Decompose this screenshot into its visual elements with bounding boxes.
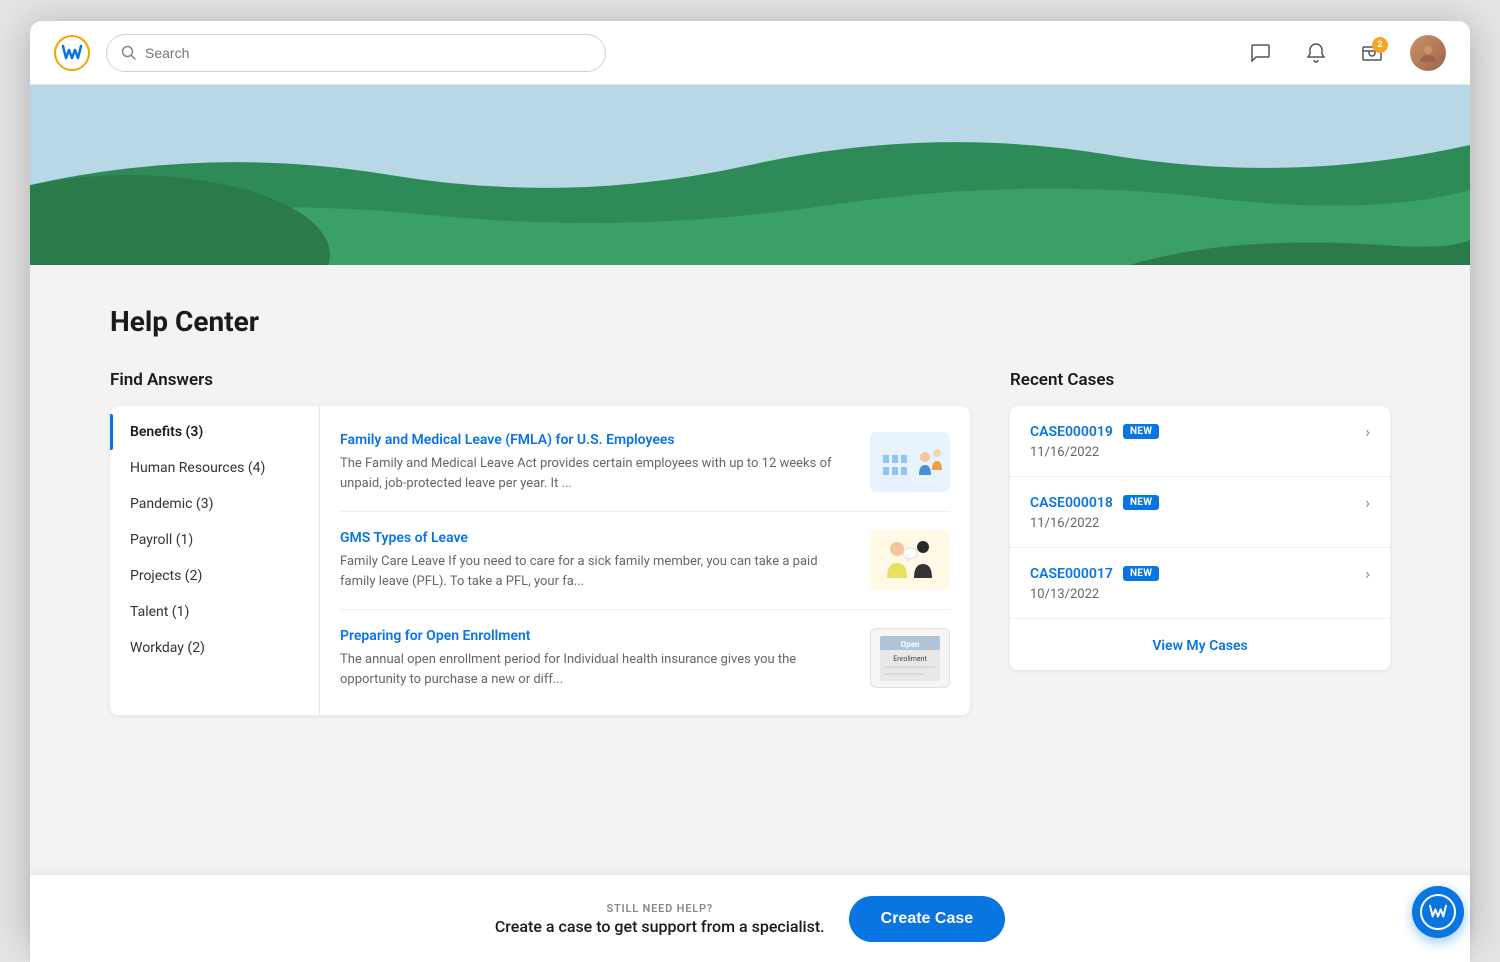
create-case-button[interactable]: Create Case [849,896,1006,942]
case-date-18: 11/16/2022 [1030,516,1370,531]
search-icon [121,45,137,61]
view-my-cases-link[interactable]: View My Cases [1152,638,1247,654]
case-item-18[interactable]: CASE000018 NEW › 11/16/2022 [1010,477,1390,548]
article-text-fmla: Family and Medical Leave (FMLA) for U.S.… [340,432,854,493]
chevron-icon-18: › [1365,493,1370,512]
cases-card: CASE000019 NEW › 11/16/2022 CASE000018 N… [1010,406,1390,670]
floating-help-button[interactable] [1412,886,1464,938]
category-item-benefits[interactable]: Benefits (3) [110,414,319,450]
nav-icons: 2 [1242,35,1446,71]
svg-text:...: ... [906,552,910,558]
case-number-18[interactable]: CASE000018 [1030,495,1113,511]
category-item-payroll[interactable]: Payroll (1) [110,522,319,558]
case-item-17[interactable]: CASE000017 NEW › 10/13/2022 [1010,548,1390,619]
article-title-gms[interactable]: GMS Types of Leave [340,530,854,546]
svg-text:Enrollment: Enrollment [893,655,927,663]
case-badge-19: NEW [1123,424,1159,439]
case-header-17: CASE000017 NEW › [1030,564,1370,583]
category-item-workday[interactable]: Workday (2) [110,630,319,666]
case-badge-17: NEW [1123,566,1159,581]
main-content: Help Center Find Answers Benefits (3) Hu… [30,265,1470,941]
messages-button[interactable] [1242,35,1278,71]
article-thumb-gms: ... [870,530,950,590]
category-item-hr[interactable]: Human Resources (4) [110,450,319,486]
article-thumb-enrollment: Open Enrollment [870,628,950,688]
case-date-17: 10/13/2022 [1030,587,1370,602]
article-title-fmla[interactable]: Family and Medical Leave (FMLA) for U.S.… [340,432,854,448]
footer-desc: Create a case to get support from a spec… [495,917,825,936]
avatar[interactable] [1410,35,1446,71]
case-number-19[interactable]: CASE000019 [1030,424,1113,440]
browser-window: 2 Help Center [30,21,1470,941]
content-grid: Find Answers Benefits (3) Human Resource… [110,370,1390,715]
case-left-17: CASE000017 NEW [1030,566,1159,582]
svg-text:Open: Open [901,640,920,649]
article-item-gms: GMS Types of Leave Family Care Leave If … [340,512,950,610]
category-item-projects[interactable]: Projects (2) [110,558,319,594]
articles-list: Family and Medical Leave (FMLA) for U.S.… [320,406,970,715]
hero-banner [30,85,1470,265]
recent-cases-title: Recent Cases [1010,370,1390,390]
inbox-badge: 2 [1372,37,1388,53]
case-number-17[interactable]: CASE000017 [1030,566,1113,582]
footer-bar: STILL NEED HELP? Create a case to get su… [30,874,1470,941]
case-left-19: CASE000019 NEW [1030,424,1159,440]
page-title: Help Center [110,305,1390,338]
category-item-talent[interactable]: Talent (1) [110,594,319,630]
view-my-cases: View My Cases [1010,619,1390,670]
find-answers-section: Find Answers Benefits (3) Human Resource… [110,370,970,715]
floating-help-inner [1420,894,1456,930]
chevron-icon-17: › [1365,564,1370,583]
case-badge-18: NEW [1123,495,1159,510]
article-title-enrollment[interactable]: Preparing for Open Enrollment [340,628,854,644]
answers-card: Benefits (3) Human Resources (4) Pandemi… [110,406,970,715]
case-header-18: CASE000018 NEW › [1030,493,1370,512]
categories-list: Benefits (3) Human Resources (4) Pandemi… [110,406,320,715]
top-nav: 2 [30,21,1470,85]
case-date-19: 11/16/2022 [1030,445,1370,460]
notifications-button[interactable] [1298,35,1334,71]
inbox-button[interactable]: 2 [1354,35,1390,71]
article-excerpt-gms: Family Care Leave If you need to care fo… [340,552,854,591]
article-excerpt-fmla: The Family and Medical Leave Act provide… [340,454,854,493]
article-item-fmla: Family and Medical Leave (FMLA) for U.S.… [340,414,950,512]
search-input[interactable] [145,45,591,61]
search-bar[interactable] [106,34,606,72]
find-answers-title: Find Answers [110,370,970,390]
case-header-19: CASE000019 NEW › [1030,422,1370,441]
category-item-pandemic[interactable]: Pandemic (3) [110,486,319,522]
recent-cases-section: Recent Cases CASE000019 NEW › 11/16/2022 [1010,370,1390,715]
logo-icon [54,35,90,71]
article-thumb-fmla [870,432,950,492]
article-text-gms: GMS Types of Leave Family Care Leave If … [340,530,854,591]
article-text-enrollment: Preparing for Open Enrollment The annual… [340,628,854,689]
footer-label: STILL NEED HELP? [495,902,825,915]
case-item-19[interactable]: CASE000019 NEW › 11/16/2022 [1010,406,1390,477]
article-excerpt-enrollment: The annual open enrollment period for In… [340,650,854,689]
chevron-icon-19: › [1365,422,1370,441]
article-item-enrollment: Preparing for Open Enrollment The annual… [340,610,950,707]
workday-logo[interactable] [54,35,90,71]
case-left-18: CASE000018 NEW [1030,495,1159,511]
footer-help-text: STILL NEED HELP? Create a case to get su… [495,902,825,936]
